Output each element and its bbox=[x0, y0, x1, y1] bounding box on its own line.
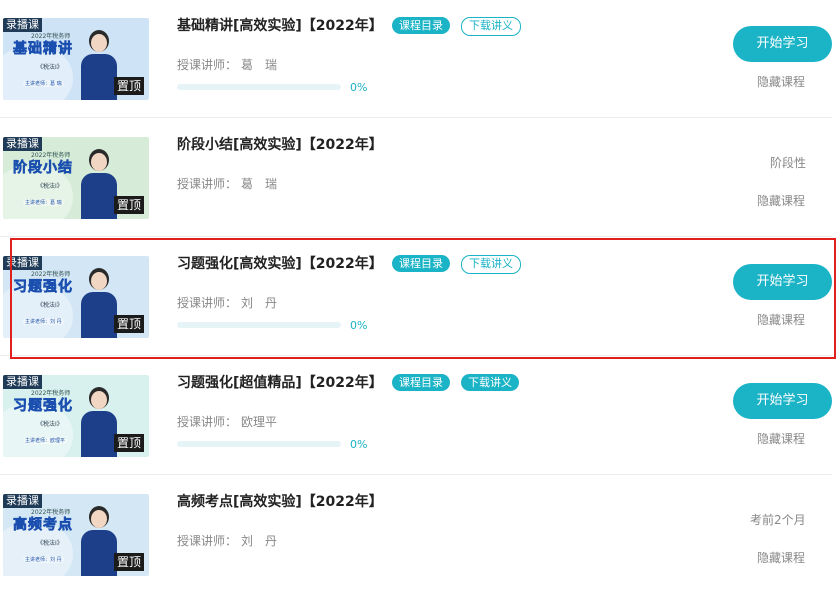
thumbnail-subject: 《税法Ⅰ》 bbox=[37, 540, 63, 547]
thumbnail-title: 阶段小结 bbox=[13, 160, 73, 177]
hide-course-link[interactable]: 隐藏课程 bbox=[757, 549, 805, 566]
teacher-name: 刘 丹 bbox=[241, 534, 278, 548]
thumbnail-subject: 《税法Ⅰ》 bbox=[37, 183, 63, 190]
course-title[interactable]: 基础精讲[高效实验]【2022年】 bbox=[177, 15, 383, 35]
teacher-label: 授课讲师： bbox=[177, 58, 238, 72]
course-item: 录播课 2022年税务师 习题强化 《税法Ⅰ》 主讲老师：欧理平 置顶 习题强化… bbox=[0, 357, 840, 476]
hide-course-link[interactable]: 隐藏课程 bbox=[757, 192, 805, 209]
course-item: 录播课 2022年税务师 高频考点 《税法Ⅰ》 主讲老师：刘 丹 置顶 高频考点… bbox=[0, 476, 840, 595]
course-title[interactable]: 阶段小结[高效实验]【2022年】 bbox=[177, 134, 383, 154]
start-learning-button[interactable]: 开始学习 bbox=[733, 383, 832, 419]
recorded-tag: 录播课 bbox=[3, 137, 42, 151]
recorded-tag: 录播课 bbox=[3, 494, 42, 508]
progress-bar bbox=[177, 84, 341, 90]
pin-badge: 置顶 bbox=[113, 553, 144, 571]
thumbnail-teacher: 主讲老师：葛 瑞 bbox=[23, 80, 64, 87]
progress-percent: 0% bbox=[350, 438, 368, 451]
course-status: 考前2个月 bbox=[750, 513, 806, 527]
course-item: 录播课 2022年税务师 阶段小结 《税法Ⅰ》 主讲老师：葛 瑞 置顶 阶段小结… bbox=[0, 119, 840, 238]
teacher-name: 葛 瑞 bbox=[241, 58, 278, 72]
catalog-button[interactable]: 课程目录 bbox=[392, 17, 450, 34]
course-title[interactable]: 高频考点[高效实验]【2022年】 bbox=[177, 491, 383, 511]
pin-badge: 置顶 bbox=[113, 434, 144, 452]
catalog-button[interactable]: 课程目录 bbox=[392, 374, 450, 391]
progress-percent: 0% bbox=[350, 81, 368, 94]
download-notes-button[interactable]: 下载讲义 bbox=[461, 17, 521, 36]
thumbnail-title: 基础精讲 bbox=[13, 41, 73, 58]
recorded-tag: 录播课 bbox=[3, 18, 42, 32]
thumbnail-teacher: 主讲老师：刘 丹 bbox=[23, 556, 64, 563]
teacher-info: 授课讲师：葛 瑞 bbox=[177, 56, 277, 73]
thumbnail-subject: 《税法Ⅰ》 bbox=[37, 64, 63, 71]
thumbnail-teacher: 主讲老师：葛 瑞 bbox=[23, 199, 64, 206]
thumbnail-title: 高频考点 bbox=[13, 517, 73, 534]
selection-highlight-box bbox=[10, 238, 836, 359]
course-status: 阶段性 bbox=[770, 156, 807, 170]
course-title[interactable]: 习题强化[超值精品]【2022年】 bbox=[177, 372, 383, 392]
course-item: 录播课 2022年税务师 基础精讲 《税法Ⅰ》 主讲老师：葛 瑞 置顶 基础精讲… bbox=[0, 0, 840, 119]
course-thumbnail[interactable]: 录播课 2022年税务师 高频考点 《税法Ⅰ》 主讲老师：刘 丹 置顶 bbox=[3, 494, 149, 576]
hide-course-link[interactable]: 隐藏课程 bbox=[757, 73, 805, 90]
thumbnail-teacher: 主讲老师：欧理平 bbox=[23, 437, 68, 444]
thumbnail-title: 习题强化 bbox=[13, 398, 73, 415]
teacher-label: 授课讲师： bbox=[177, 534, 238, 548]
course-thumbnail[interactable]: 录播课 2022年税务师 习题强化 《税法Ⅰ》 主讲老师：欧理平 置顶 bbox=[3, 375, 149, 457]
row-divider bbox=[0, 236, 832, 237]
teacher-name: 欧理平 bbox=[241, 415, 278, 429]
teacher-info: 授课讲师：刘 丹 bbox=[177, 532, 277, 549]
row-divider bbox=[0, 474, 832, 475]
download-notes-button[interactable]: 下载讲义 bbox=[461, 374, 519, 391]
recorded-tag: 录播课 bbox=[3, 375, 42, 389]
progress-bar bbox=[177, 441, 341, 447]
thumbnail-subject: 《税法Ⅰ》 bbox=[37, 421, 63, 428]
teacher-info: 授课讲师：葛 瑞 bbox=[177, 175, 277, 192]
row-divider bbox=[0, 117, 832, 118]
course-thumbnail[interactable]: 录播课 2022年税务师 阶段小结 《税法Ⅰ》 主讲老师：葛 瑞 置顶 bbox=[3, 137, 149, 219]
start-learning-button[interactable]: 开始学习 bbox=[733, 26, 832, 62]
teacher-info: 授课讲师： 欧理平 bbox=[177, 413, 277, 430]
course-thumbnail[interactable]: 录播课 2022年税务师 基础精讲 《税法Ⅰ》 主讲老师：葛 瑞 置顶 bbox=[3, 18, 149, 100]
pin-badge: 置顶 bbox=[113, 196, 144, 214]
hide-course-link[interactable]: 隐藏课程 bbox=[757, 430, 805, 447]
teacher-label: 授课讲师： bbox=[177, 177, 238, 191]
pin-badge: 置顶 bbox=[113, 77, 144, 95]
teacher-label: 授课讲师： bbox=[177, 415, 238, 429]
teacher-name: 葛 瑞 bbox=[241, 177, 278, 191]
